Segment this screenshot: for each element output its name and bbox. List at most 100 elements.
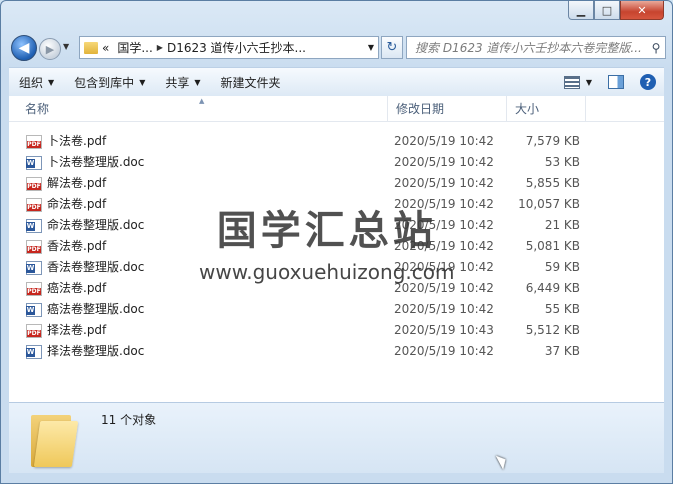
chevron-down-icon: ▼ bbox=[48, 77, 55, 87]
word-document-icon bbox=[26, 218, 42, 233]
include-in-library-button[interactable]: 包含到库中 ▼ bbox=[64, 74, 155, 91]
view-options-dropdown-icon[interactable]: ▼ bbox=[586, 78, 592, 87]
folder-icon bbox=[31, 411, 79, 467]
pdf-file-icon bbox=[26, 281, 42, 296]
back-button[interactable]: ◀ bbox=[11, 35, 37, 61]
table-row[interactable]: 择法卷.pdf 2020/5/19 10:43 5,512 KB bbox=[9, 320, 664, 341]
file-size: 59 KB bbox=[544, 260, 580, 274]
pdf-file-icon bbox=[26, 323, 42, 338]
file-date: 2020/5/19 10:42 bbox=[394, 176, 494, 190]
table-row[interactable]: 香法卷整理版.doc 2020/5/19 10:42 59 KB bbox=[9, 257, 664, 278]
file-date: 2020/5/19 10:42 bbox=[394, 134, 494, 148]
word-document-icon bbox=[26, 260, 42, 275]
file-name-cell[interactable]: 解法卷.pdf bbox=[26, 173, 106, 194]
file-name: 卜法卷.pdf bbox=[47, 134, 107, 148]
file-size: 6,449 KB bbox=[525, 281, 580, 295]
table-row[interactable]: 命法卷整理版.doc 2020/5/19 10:42 21 KB bbox=[9, 215, 664, 236]
search-icon[interactable]: ⚲ bbox=[647, 41, 665, 55]
file-name-cell[interactable]: 癌法卷.pdf bbox=[26, 278, 106, 299]
maximize-button[interactable]: □ bbox=[594, 1, 620, 20]
search-input[interactable] bbox=[407, 39, 647, 56]
share-label: 共享 bbox=[165, 75, 190, 90]
file-size: 10,057 KB bbox=[518, 197, 580, 211]
file-name: 命法卷.pdf bbox=[47, 197, 107, 211]
address-bar[interactable]: « 国学... ▶ D1623 道传小六壬抄本... ▼ bbox=[79, 36, 379, 59]
preview-pane-icon[interactable] bbox=[608, 75, 624, 89]
pdf-file-icon bbox=[26, 134, 42, 149]
column-header-size[interactable]: 大小 bbox=[506, 96, 586, 121]
file-name-cell[interactable]: 择法卷.pdf bbox=[26, 320, 106, 341]
command-toolbar: 组织 ▼ 包含到库中 ▼ 共享 ▼ 新建文件夹 ▼ ? bbox=[9, 67, 664, 97]
file-date: 2020/5/19 10:42 bbox=[394, 239, 494, 253]
chevron-down-icon: ▼ bbox=[139, 77, 146, 87]
breadcrumb-guoxue[interactable]: 国学... bbox=[113, 39, 156, 56]
navigation-bar: ◀ ▶ ▼ « 国学... ▶ D1623 道传小六壬抄本... ▼ ↻ ⚲ bbox=[9, 34, 666, 62]
table-row[interactable]: 癌法卷.pdf 2020/5/19 10:42 6,449 KB bbox=[9, 278, 664, 299]
word-document-icon bbox=[26, 155, 42, 170]
pdf-file-icon bbox=[26, 239, 42, 254]
toolbar-right: ▼ ? bbox=[558, 74, 664, 90]
file-name-cell[interactable]: 香法卷整理版.doc bbox=[26, 257, 144, 278]
item-count: 11 个对象 bbox=[101, 413, 157, 427]
new-folder-label: 新建文件夹 bbox=[220, 75, 281, 90]
column-header-name[interactable]: 名称 bbox=[17, 96, 387, 121]
file-name: 香法卷.pdf bbox=[47, 239, 107, 253]
refresh-button[interactable]: ↻ bbox=[381, 36, 403, 59]
file-name-cell[interactable]: 卜法卷整理版.doc bbox=[26, 152, 144, 173]
file-date: 2020/5/19 10:42 bbox=[394, 302, 494, 316]
file-name-cell[interactable]: 命法卷.pdf bbox=[26, 194, 106, 215]
search-box[interactable]: ⚲ bbox=[406, 36, 666, 59]
file-name: 择法卷.pdf bbox=[47, 323, 107, 337]
word-document-icon bbox=[26, 302, 42, 317]
address-overflow-button[interactable]: « bbox=[98, 41, 113, 55]
file-date: 2020/5/19 10:42 bbox=[394, 197, 494, 211]
close-button[interactable]: ✕ bbox=[620, 1, 664, 20]
file-size: 53 KB bbox=[544, 155, 580, 169]
table-row[interactable]: 癌法卷整理版.doc 2020/5/19 10:42 55 KB bbox=[9, 299, 664, 320]
file-size: 55 KB bbox=[544, 302, 580, 316]
file-name: 解法卷.pdf bbox=[47, 176, 107, 190]
file-name: 癌法卷.pdf bbox=[47, 281, 107, 295]
file-list-pane: ▲ 名称 修改日期 大小 卜法卷.pdf 2020/5/19 10:42 7,579… bbox=[9, 96, 664, 402]
table-row[interactable]: 卜法卷.pdf 2020/5/19 10:42 7,579 KB bbox=[9, 131, 664, 152]
organize-button[interactable]: 组织 ▼ bbox=[9, 74, 64, 91]
file-name: 命法卷整理版.doc bbox=[47, 218, 145, 232]
file-name: 择法卷整理版.doc bbox=[47, 344, 145, 358]
change-view-icon[interactable] bbox=[563, 75, 580, 89]
file-name-cell[interactable]: 癌法卷整理版.doc bbox=[26, 299, 144, 320]
chevron-down-icon: ▼ bbox=[194, 77, 201, 87]
file-name-cell[interactable]: 香法卷.pdf bbox=[26, 236, 106, 257]
file-date: 2020/5/19 10:43 bbox=[394, 323, 494, 337]
address-dropdown-icon[interactable]: ▼ bbox=[368, 43, 374, 52]
table-row[interactable]: 命法卷.pdf 2020/5/19 10:42 10,057 KB bbox=[9, 194, 664, 215]
minimize-button[interactable]: ▁ bbox=[568, 1, 594, 20]
column-header-date[interactable]: 修改日期 bbox=[387, 96, 506, 121]
file-date: 2020/5/19 10:42 bbox=[394, 155, 494, 169]
recent-pages-dropdown-icon[interactable]: ▼ bbox=[63, 42, 69, 51]
forward-button[interactable]: ▶ bbox=[39, 38, 61, 60]
file-size: 5,512 KB bbox=[525, 323, 580, 337]
file-name-cell[interactable]: 择法卷整理版.doc bbox=[26, 341, 144, 362]
table-row[interactable]: 卜法卷整理版.doc 2020/5/19 10:42 53 KB bbox=[9, 152, 664, 173]
file-size: 7,579 KB bbox=[525, 134, 580, 148]
table-row[interactable]: 择法卷整理版.doc 2020/5/19 10:42 37 KB bbox=[9, 341, 664, 362]
folder-icon bbox=[84, 41, 98, 54]
table-row[interactable]: 解法卷.pdf 2020/5/19 10:42 5,855 KB bbox=[9, 173, 664, 194]
share-button[interactable]: 共享 ▼ bbox=[155, 74, 210, 91]
breadcrumb-current-folder[interactable]: D1623 道传小六壬抄本... bbox=[163, 39, 310, 56]
file-size: 5,855 KB bbox=[525, 176, 580, 190]
file-name-cell[interactable]: 卜法卷.pdf bbox=[26, 131, 106, 152]
file-name: 癌法卷整理版.doc bbox=[47, 302, 145, 316]
column-header-row: ▲ 名称 修改日期 大小 bbox=[9, 96, 664, 122]
new-folder-button[interactable]: 新建文件夹 bbox=[211, 74, 291, 91]
file-date: 2020/5/19 10:42 bbox=[394, 260, 494, 274]
help-icon[interactable]: ? bbox=[640, 74, 656, 90]
file-date: 2020/5/19 10:42 bbox=[394, 344, 494, 358]
file-name: 卜法卷整理版.doc bbox=[47, 155, 145, 169]
table-row[interactable]: 香法卷.pdf 2020/5/19 10:42 5,081 KB bbox=[9, 236, 664, 257]
organize-label: 组织 bbox=[19, 75, 44, 90]
explorer-window: ▁ □ ✕ ◀ ▶ ▼ « 国学... ▶ D1623 道传小六壬抄本... ▼… bbox=[0, 0, 673, 484]
file-size: 21 KB bbox=[544, 218, 580, 232]
file-name-cell[interactable]: 命法卷整理版.doc bbox=[26, 215, 144, 236]
pdf-file-icon bbox=[26, 197, 42, 212]
